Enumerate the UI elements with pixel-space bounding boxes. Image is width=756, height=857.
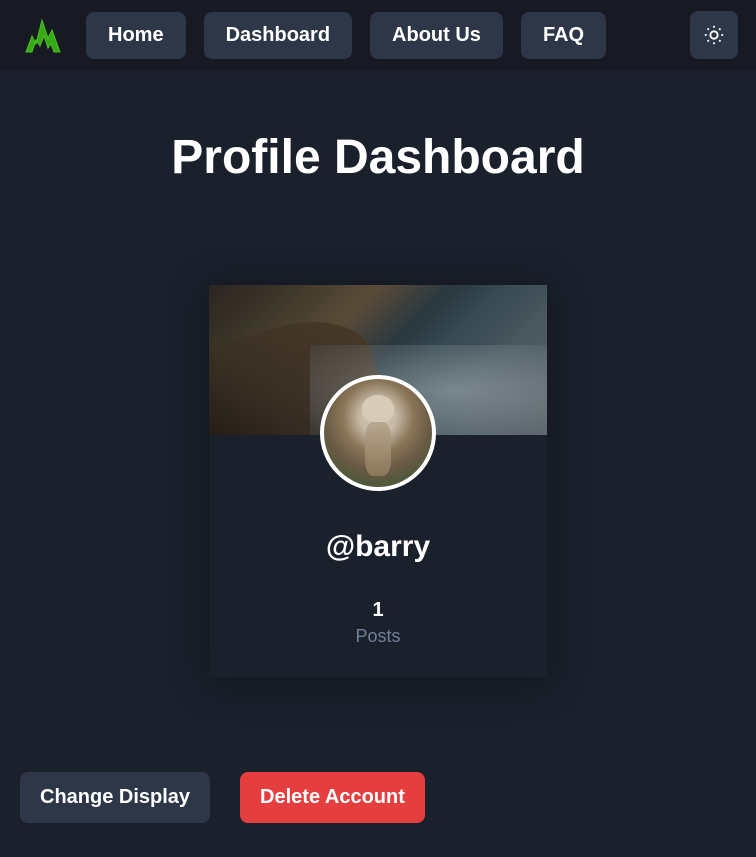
profile-username: @barry bbox=[326, 530, 430, 564]
main-content: Profile Dashboard @barry 1 Posts bbox=[0, 70, 756, 697]
nav-faq-button[interactable]: FAQ bbox=[521, 12, 606, 59]
main-header: Home Dashboard About Us FAQ bbox=[0, 0, 756, 70]
nav-about-button[interactable]: About Us bbox=[370, 12, 503, 59]
logo-mountains-icon bbox=[18, 10, 68, 60]
page-title: Profile Dashboard bbox=[171, 130, 584, 185]
posts-count: 1 bbox=[355, 599, 400, 622]
profile-stats: 1 Posts bbox=[355, 599, 400, 647]
nav-home-button[interactable]: Home bbox=[86, 12, 186, 59]
change-display-button[interactable]: Change Display bbox=[20, 772, 210, 823]
action-bar: Change Display Delete Account bbox=[20, 772, 425, 823]
theme-toggle-button[interactable] bbox=[690, 11, 738, 59]
sun-icon bbox=[703, 24, 725, 46]
profile-card: @barry 1 Posts bbox=[209, 285, 547, 677]
logo[interactable] bbox=[18, 10, 68, 60]
profile-avatar bbox=[320, 375, 436, 491]
delete-account-button[interactable]: Delete Account bbox=[240, 772, 425, 823]
posts-label: Posts bbox=[355, 626, 400, 647]
nav-dashboard-button[interactable]: Dashboard bbox=[204, 12, 352, 59]
